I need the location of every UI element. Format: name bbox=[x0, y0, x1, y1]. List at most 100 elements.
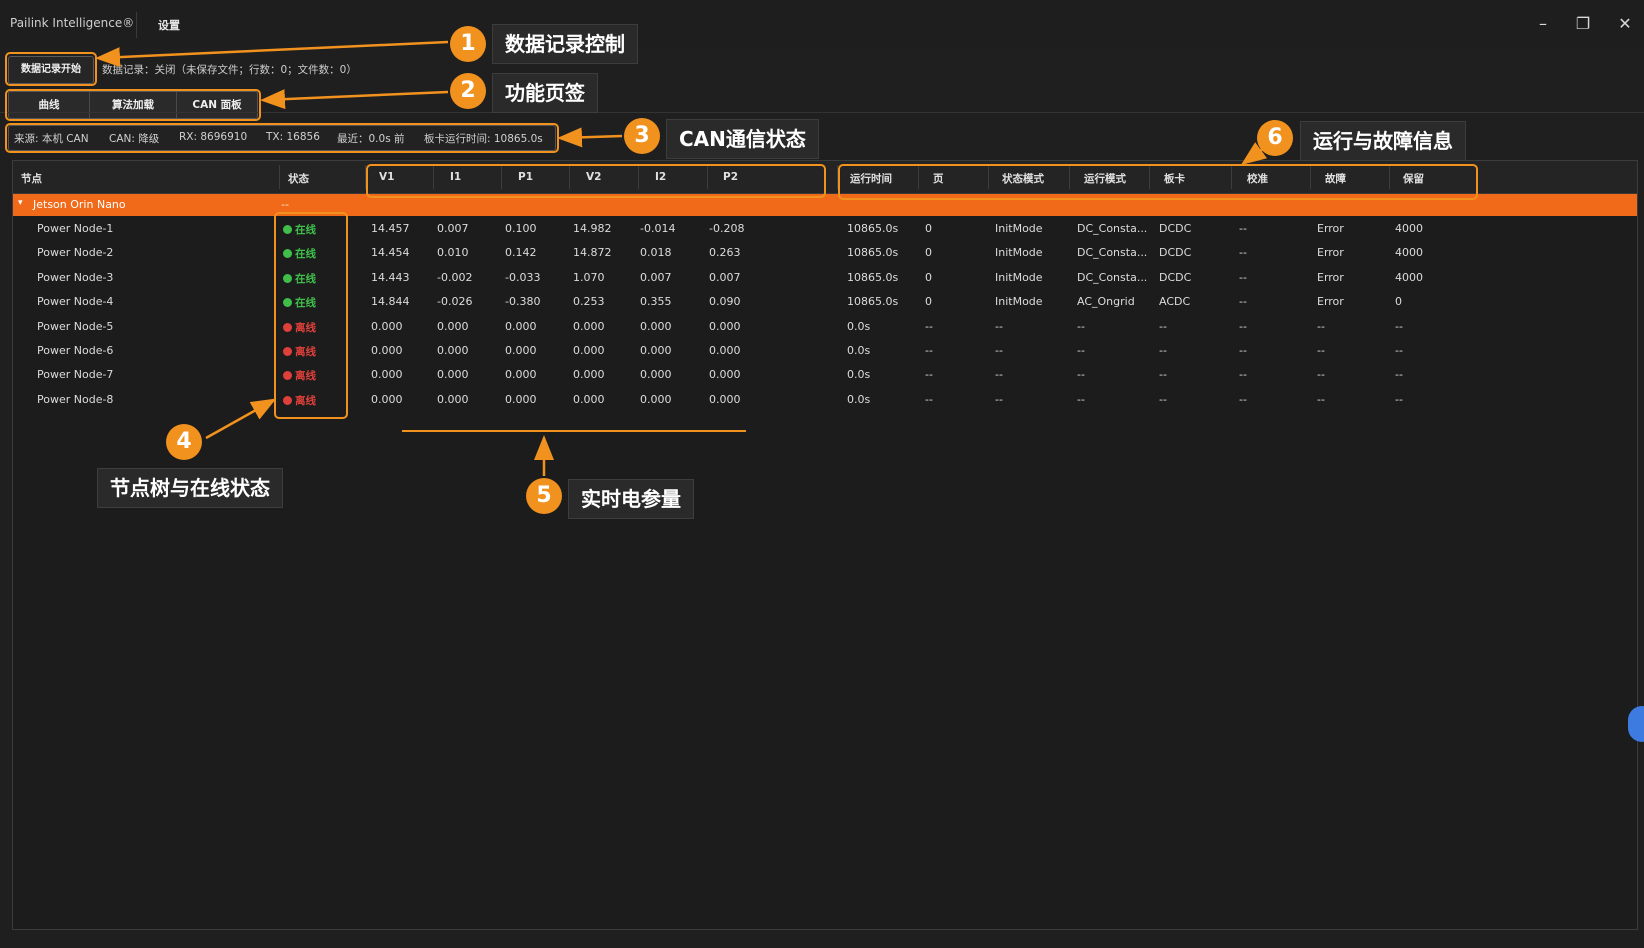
cell-reserved: 4000 bbox=[1395, 270, 1423, 284]
cell-v1: 0.000 bbox=[371, 392, 403, 406]
annotation-badge-4: 4 bbox=[166, 424, 202, 460]
cell-reserved: 4000 bbox=[1395, 222, 1423, 235]
cell-i2: 0.000 bbox=[640, 368, 672, 382]
cell-p1: 0.100 bbox=[505, 222, 537, 235]
node-name: Power Node-2 bbox=[37, 246, 114, 260]
annotation-badge-1: 1 bbox=[450, 26, 486, 62]
cell-reserved: -- bbox=[1395, 392, 1403, 406]
cell-page: -- bbox=[925, 344, 933, 357]
cell-i2: 0.000 bbox=[640, 344, 672, 357]
node-name: Power Node-6 bbox=[37, 344, 114, 357]
node-name: Power Node-1 bbox=[37, 222, 114, 235]
cell-p2: 0.007 bbox=[709, 270, 741, 284]
cell-v2: 14.982 bbox=[573, 222, 612, 235]
annotation-label-4: 节点树与在线状态 bbox=[97, 468, 283, 508]
table-row[interactable]: Power Node-5 离线 0.000 0.000 0.000 0.000 0.000 0… bbox=[13, 315, 1637, 339]
cell-p2: 0.090 bbox=[709, 295, 741, 309]
annotation-badge-6: 6 bbox=[1257, 120, 1293, 156]
node-name: Power Node-5 bbox=[37, 319, 114, 333]
cell-state-mode: InitMode bbox=[995, 270, 1043, 284]
table-row[interactable]: Power Node-7 离线 0.000 0.000 0.000 0.000 0.000 0… bbox=[13, 363, 1637, 387]
cell-v1: 0.000 bbox=[371, 368, 403, 382]
highlight-run-fault-info bbox=[838, 164, 1478, 200]
cell-i2: 0.000 bbox=[640, 392, 672, 406]
cell-fault: Error bbox=[1317, 295, 1344, 309]
cell-page: -- bbox=[925, 392, 933, 406]
cell-p2: 0.263 bbox=[709, 246, 741, 260]
cell-page: -- bbox=[925, 368, 933, 382]
cell-i1: 0.000 bbox=[437, 368, 469, 382]
table-row[interactable]: Power Node-1 在线 14.457 0.007 0.100 14.982 -0.0… bbox=[13, 217, 1637, 241]
cell-p1: 0.000 bbox=[505, 368, 537, 382]
annotation-badge-3: 3 bbox=[624, 118, 660, 154]
annotation-badge-2: 2 bbox=[450, 73, 486, 109]
cell-p2: -0.208 bbox=[709, 222, 745, 235]
column-header[interactable]: 状态 bbox=[288, 171, 309, 186]
cell-calib: -- bbox=[1239, 270, 1247, 284]
column-separator[interactable] bbox=[279, 165, 280, 189]
cell-i1: -0.002 bbox=[437, 270, 473, 284]
cell-calib: -- bbox=[1239, 319, 1247, 333]
cell-fault: -- bbox=[1317, 392, 1325, 406]
cell-reserved: -- bbox=[1395, 368, 1403, 382]
annotation-label-6: 运行与故障信息 bbox=[1300, 121, 1466, 161]
highlight-can-status bbox=[5, 123, 559, 153]
table-row[interactable]: Power Node-4 在线 14.844 -0.026 -0.380 0.253 0.3… bbox=[13, 290, 1637, 314]
cell-p2: 0.000 bbox=[709, 392, 741, 406]
cell-v1: 14.454 bbox=[371, 246, 410, 260]
app-title: Pailink Intelligence® bbox=[10, 16, 135, 30]
cell-v2: 0.000 bbox=[573, 319, 605, 333]
minimize-button[interactable]: – bbox=[1528, 10, 1558, 38]
cell-p1: 0.142 bbox=[505, 246, 537, 260]
table-row[interactable]: Power Node-6 离线 0.000 0.000 0.000 0.000 0.000 0… bbox=[13, 339, 1637, 363]
cell-i1: 0.010 bbox=[437, 246, 469, 260]
cell-board: DCDC bbox=[1159, 246, 1192, 260]
node-name: Power Node-4 bbox=[37, 295, 114, 309]
cell-runtime: 0.0s bbox=[847, 368, 871, 382]
restore-button[interactable]: ❐ bbox=[1568, 10, 1598, 38]
side-panel-handle[interactable] bbox=[1628, 706, 1644, 742]
annotation-label-1: 数据记录控制 bbox=[492, 24, 638, 64]
cell-state-mode: -- bbox=[995, 392, 1003, 406]
settings-menu[interactable]: 设置 bbox=[158, 17, 180, 33]
table-row[interactable]: Power Node-3 在线 14.443 -0.002 -0.033 1.070 0.0… bbox=[13, 266, 1637, 290]
cell-runtime: 10865.0s bbox=[847, 246, 899, 260]
cell-runtime: 0.0s bbox=[847, 319, 871, 333]
close-button[interactable]: ✕ bbox=[1610, 10, 1640, 38]
cell-v2: 0.000 bbox=[573, 344, 605, 357]
annotation-label-5: 实时电参量 bbox=[568, 479, 694, 519]
cell-v2: 0.253 bbox=[573, 295, 605, 309]
record-status-text: 数据记录：关闭（未保存文件；行数：0；文件数：0） bbox=[102, 64, 357, 76]
expand-arrow-icon[interactable]: ▾ bbox=[18, 198, 23, 208]
cell-p1: 0.000 bbox=[505, 319, 537, 333]
table-row[interactable]: Power Node-2 在线 14.454 0.010 0.142 14.872 0.01… bbox=[13, 241, 1637, 265]
cell-p1: 0.000 bbox=[505, 392, 537, 406]
cell-calib: -- bbox=[1239, 246, 1247, 260]
highlight-tabs bbox=[5, 89, 261, 121]
annotation-badge-5: 5 bbox=[526, 478, 562, 514]
cell-runtime: 0.0s bbox=[847, 392, 871, 406]
cell-fault: Error bbox=[1317, 270, 1344, 284]
cell-run-mode: -- bbox=[1077, 319, 1085, 333]
cell-fault: -- bbox=[1317, 319, 1325, 333]
node-name: Power Node-3 bbox=[37, 270, 114, 284]
cell-v1: 14.844 bbox=[371, 295, 410, 309]
cell-calib: -- bbox=[1239, 368, 1247, 382]
cell-calib: -- bbox=[1239, 222, 1247, 235]
cell-i2: 0.355 bbox=[640, 295, 672, 309]
node-name: Power Node-8 bbox=[37, 392, 114, 406]
column-header[interactable]: 节点 bbox=[21, 171, 42, 186]
cell-board: -- bbox=[1159, 319, 1167, 333]
cell-v1: 0.000 bbox=[371, 319, 403, 333]
cell-state-mode: -- bbox=[995, 344, 1003, 357]
cell-run-mode: -- bbox=[1077, 344, 1085, 357]
cell-i1: -0.026 bbox=[437, 295, 473, 309]
cell-i1: 0.000 bbox=[437, 344, 469, 357]
cell-i1: 0.000 bbox=[437, 319, 469, 333]
table-row[interactable]: Power Node-8 离线 0.000 0.000 0.000 0.000 0.000 0… bbox=[13, 388, 1637, 412]
title-separator bbox=[136, 12, 137, 38]
cell-v2: 1.070 bbox=[573, 270, 605, 284]
cell-i2: 0.018 bbox=[640, 246, 672, 260]
cell-board: ACDC bbox=[1159, 295, 1191, 309]
cell-v2: 0.000 bbox=[573, 392, 605, 406]
